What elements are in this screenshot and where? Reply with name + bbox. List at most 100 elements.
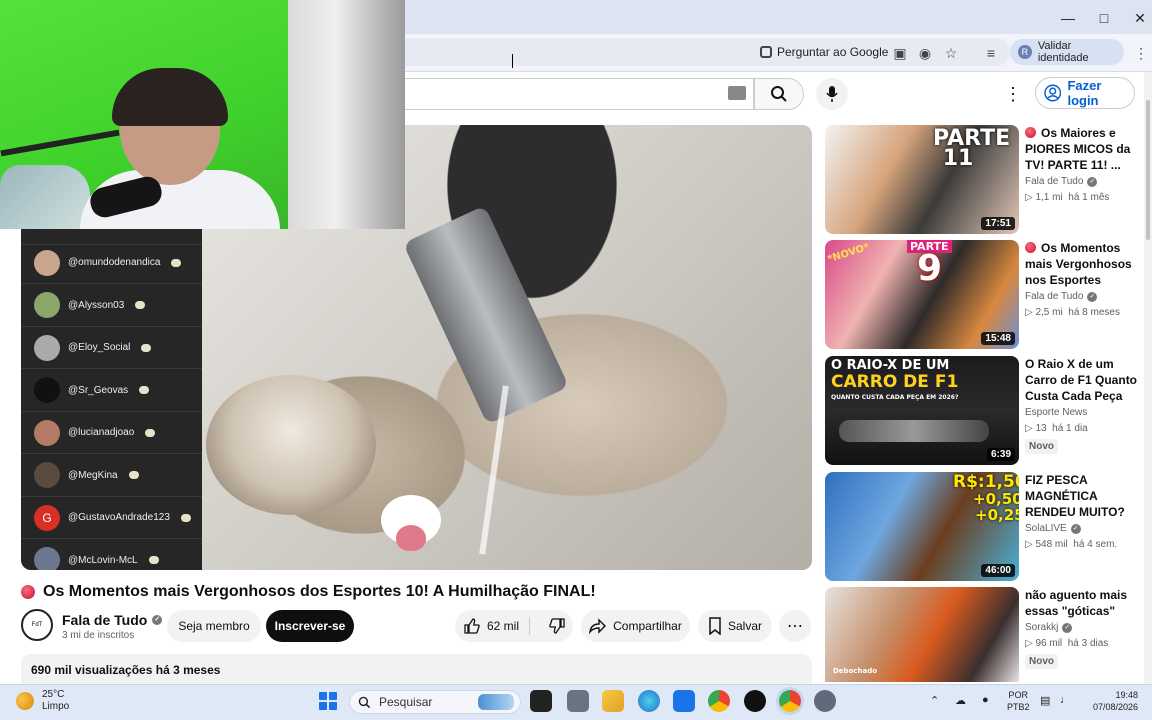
views-label: 96 mil [1035,638,1063,649]
like-button[interactable]: 62 mil [463,617,531,635]
file-explorer-icon[interactable] [602,690,624,712]
cat-tongue-image [396,525,426,551]
store-app-icon[interactable] [673,690,695,712]
thumbnail-text: Debochado [833,667,878,675]
task-view-app-icon[interactable] [567,690,589,712]
duration-badge: 15:48 [981,332,1015,345]
channel-name[interactable]: Fala de Tudo ✓ [62,612,163,628]
keyboard-icon[interactable] [728,86,746,100]
viewer-avatar [34,462,60,488]
chrome-active-icon[interactable] [779,690,801,712]
login-button[interactable]: Fazer login [1035,77,1135,109]
viewer-name: @MegKina [68,469,118,481]
recommendation-card[interactable]: O RAIO-X DE UM CARRO DE F1 QUANTO CUSTA … [825,356,1140,466]
video-thumbnail[interactable]: PARTE 9 *NOVO* 15:48 [825,240,1019,349]
taskbar-search[interactable]: Pesquisar [349,690,521,714]
settings-gear-icon[interactable] [814,690,836,712]
recommendation-card[interactable]: PARTE 11 17:51 Os Maiores e PIORES MICOS… [825,125,1140,235]
recommendation-title[interactable]: FIZ PESCA MAGNÉTICA RENDEU MUITO? [1025,472,1140,520]
scrollbar-thumb[interactable] [1146,100,1150,240]
recommendation-title-text: não aguento mais essas "góticas" [1025,588,1128,618]
age-label: há 1 dia [1052,423,1088,434]
viewer-row: @lucianadjoao [21,412,202,454]
new-badge: Novo [1025,654,1058,669]
video-thumbnail[interactable]: PARTE 11 17:51 [825,125,1019,234]
profile-avatar-icon: R [1018,45,1032,59]
recommendation-card[interactable]: R$:1,50 +0,50 +0,25 46:00 FIZ PESCA MAGN… [825,472,1140,582]
temperature-label: 25°C [42,689,65,700]
language-indicator[interactable]: POR PTB2 [1007,689,1030,713]
windows-logo-icon [329,702,337,710]
verify-identity-button[interactable]: R Validar identidade [1010,39,1124,65]
channel-avatar[interactable]: FdT [21,609,53,641]
chrome-icon[interactable] [708,690,730,712]
recommendation-channel[interactable]: SolaLIVE ✓ [1025,523,1081,534]
close-icon[interactable]: ✕ [1130,8,1150,28]
minimize-icon[interactable]: — [1058,8,1078,28]
viewer-avatar [34,377,60,403]
text-cursor-icon [512,54,515,68]
login-label: Fazer login [1067,78,1102,108]
video-thumbnail[interactable]: R$:1,50 +0,50 +0,25 46:00 [825,472,1019,581]
recommendation-title[interactable]: não aguento mais essas "góticas" [1025,587,1140,619]
thumbs-down-icon [549,618,565,634]
ask-google-label: Perguntar ao Google [777,45,889,59]
obs-app-icon[interactable] [744,690,766,712]
eye-off-icon[interactable]: ◉ [914,42,936,64]
recommendation-channel[interactable]: Fala de Tudo ✓ [1025,176,1098,187]
recommendation-card[interactable]: PARTE 9 *NOVO* 15:48 Os Momentos mais Ve… [825,240,1140,350]
recommendation-title-text: Os Maiores e PIORES MICOS da TV! PARTE 1… [1025,126,1131,172]
verified-icon: ✓ [1087,176,1098,187]
menu-dots-icon[interactable]: ⋮ [1130,42,1152,64]
share-button[interactable]: Compartilhar [581,610,690,642]
star-icon[interactable]: ☆ [940,42,962,64]
tray-chevron-icon[interactable]: ⌃ [930,694,939,707]
viewer-avatar [34,292,60,318]
views-label: 548 mil [1035,539,1068,550]
viewer-avatar [34,547,60,570]
recommendation-title[interactable]: Os Maiores e PIORES MICOS da TV! PARTE 1… [1025,125,1140,173]
video-thumbnail[interactable]: Debochado [825,587,1019,682]
maximize-icon[interactable]: □ [1094,8,1114,28]
video-title: Os Momentos mais Vergonhosos dos Esporte… [21,581,801,603]
verify-identity-label: Validar identidade [1037,40,1089,64]
more-horizontal-icon: ⋯ [787,618,803,635]
recommendation-channel[interactable]: Esporte News [1025,407,1087,418]
clock[interactable]: 19:48 07/08/2026 [1086,689,1138,713]
search-icon [771,86,787,102]
like-dislike-group: 62 mil [455,610,573,642]
recommendation-channel[interactable]: Fala de Tudo ✓ [1025,291,1098,302]
recommendation-card[interactable]: Debochado não aguento mais essas "gótica… [825,587,1140,682]
more-actions-button[interactable]: ⋯ [779,610,811,642]
recommendation-title[interactable]: O Raio X de um Carro de F1 Quanto Custa … [1025,356,1140,404]
install-icon[interactable]: ▣ [889,42,911,64]
cloud-icon[interactable]: ☁ [955,694,966,707]
recommendation-title[interactable]: Os Momentos mais Vergonhosos nos Esporte… [1025,240,1140,288]
date-label: 07/08/2026 [1092,702,1138,712]
settings-dots-icon[interactable]: ⋮ [1003,82,1023,106]
weather-text: 25°C Limpo [42,689,69,713]
save-button[interactable]: Salvar [698,610,772,642]
screen: — □ ✕ Perguntar ao Google ▣ ◉ ☆ ≡ R Vali… [0,0,1152,720]
search-button[interactable] [754,78,804,110]
subscribe-button[interactable]: Inscrever-se [266,610,354,642]
volume-icon[interactable]: ♩ [1060,694,1071,706]
join-button[interactable]: Seja membro [167,610,261,642]
start-button[interactable] [319,692,337,710]
recommendation-channel[interactable]: Sorakkj ✓ [1025,622,1073,633]
network-icon[interactable]: ▤ [1040,694,1050,707]
video-thumbnail[interactable]: O RAIO-X DE UM CARRO DE F1 QUANTO CUSTA … [825,356,1019,465]
thumbnail-text: QUANTO CUSTA CADA PEÇA EM 2026? [831,394,959,401]
ask-google-button[interactable]: Perguntar ao Google [760,45,888,59]
terminal-app-icon[interactable] [530,690,552,712]
voice-search-button[interactable] [816,78,848,110]
duration-badge: 6:39 [986,448,1015,461]
member-badge-icon [141,343,152,352]
mic-tray-icon[interactable]: ● [982,694,989,706]
thumbnail-text: CARRO DE F1 [831,372,959,392]
dislike-button[interactable] [536,617,566,635]
media-queue-icon[interactable]: ≡ [980,42,1002,64]
recommendation-meta: ▷ 13 há 1 dia [1025,423,1088,434]
edge-browser-icon[interactable] [638,690,660,712]
weather-widget[interactable]: 25°C Limpo [16,689,69,713]
